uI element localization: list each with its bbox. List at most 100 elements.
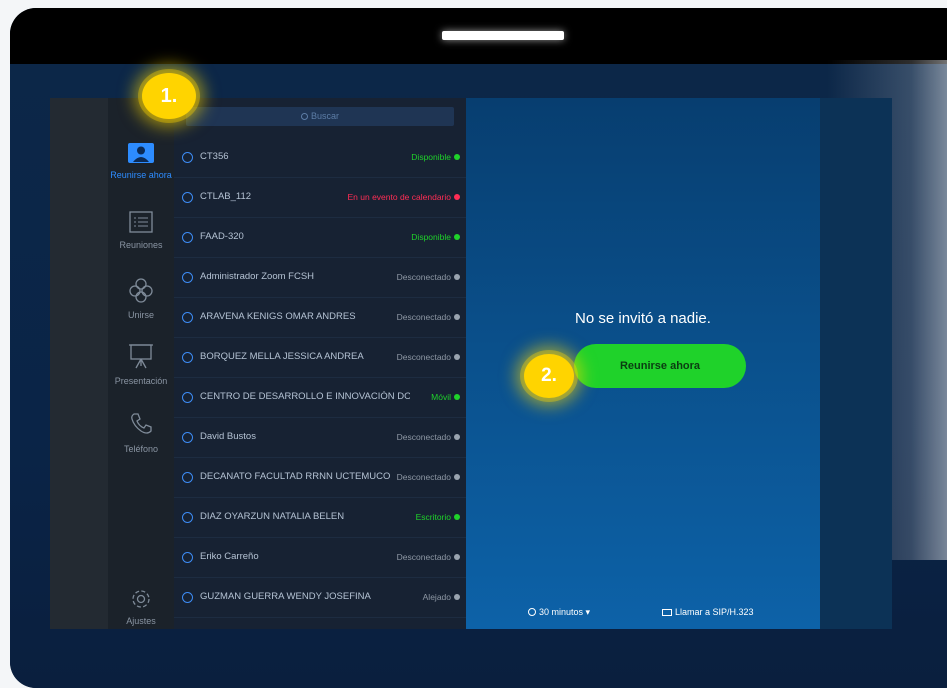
no-invitees-message: No se invitó a nadie.	[575, 310, 711, 327]
select-circle-icon[interactable]	[182, 152, 193, 163]
contact-name: Administrador Zoom FCSH	[200, 271, 315, 282]
device-top-bezel	[10, 8, 947, 64]
select-circle-icon[interactable]	[182, 552, 193, 563]
select-circle-icon[interactable]	[182, 512, 193, 523]
contact-name: BORQUEZ MELLA JESSICA ANDREA	[200, 351, 364, 362]
meeting-footer: 30 minutos ▾ Llamar a SIP/H.323	[466, 607, 820, 627]
zoom-room-app: Reunirse ahora Reuniones Unirse Presenta…	[50, 98, 892, 629]
contact-name: DECANATO FACULTAD RRNN UCTEMUCO	[200, 471, 391, 482]
status-dot	[454, 554, 460, 560]
phone-icon	[131, 413, 152, 434]
select-circle-icon[interactable]	[182, 392, 193, 403]
contact-status: Desconectado	[396, 312, 451, 322]
status-dot	[454, 314, 460, 320]
join-icon	[129, 278, 153, 303]
contact-status: Desconectado	[396, 472, 451, 482]
status-dot	[454, 194, 460, 200]
chevron-down-icon: ▾	[585, 607, 591, 617]
contact-status: En un evento de calendario	[347, 192, 452, 202]
status-dot	[454, 474, 460, 480]
select-circle-icon[interactable]	[182, 272, 193, 283]
contact-status: Escritorio	[415, 512, 451, 522]
list-item[interactable]: FAAD-320 Disponible	[174, 218, 466, 258]
list-item[interactable]: GUZMAN GUERRA WENDY JOSEFINA Alejado	[174, 578, 466, 618]
calendar-list-icon	[129, 211, 153, 233]
list-item[interactable]: CTLAB_112 En un evento de calendario	[174, 178, 466, 218]
select-circle-icon[interactable]	[182, 472, 193, 483]
contact-status: Disponible	[411, 232, 451, 242]
sidebar-item-telefono[interactable]: Teléfono	[108, 410, 174, 454]
contact-name: DIAZ OYARZUN NATALIA BELEN	[200, 511, 345, 522]
list-item[interactable]: DIAZ OYARZUN NATALIA BELEN Escritorio	[174, 498, 466, 538]
sidebar-item-ajustes[interactable]: Ajustes	[108, 586, 174, 626]
status-dot	[454, 154, 460, 160]
list-item[interactable]: CENTRO DE DESARROLLO E INNOVACIÓN DOCE..…	[174, 378, 466, 418]
search-placeholder: Buscar	[310, 111, 339, 121]
duration-label: 30 minutos	[539, 607, 584, 617]
sidebar-item-unirse[interactable]: Unirse	[108, 276, 174, 320]
sidebar: Reunirse ahora Reuniones Unirse Presenta…	[108, 98, 174, 629]
sip-label: Llamar a SIP/H.323	[675, 607, 754, 617]
select-circle-icon[interactable]	[182, 312, 193, 323]
list-item[interactable]: DECANATO FACULTAD RRNN UCTEMUCO Desconect…	[174, 458, 466, 498]
list-item[interactable]: Eriko Carreño Desconectado	[174, 538, 466, 578]
video-camera-icon	[128, 143, 154, 163]
right-edge-panel	[820, 98, 892, 629]
select-circle-icon[interactable]	[182, 432, 193, 443]
status-dot	[454, 234, 460, 240]
gear-icon	[132, 590, 150, 608]
contact-name: CTLAB_112	[200, 191, 252, 202]
status-dot	[454, 274, 460, 280]
list-item[interactable]: Iván UlloaDesconectado	[174, 618, 466, 629]
select-circle-icon[interactable]	[182, 192, 193, 203]
sidebar-item-label: Unirse	[127, 310, 154, 320]
sidebar-item-label: Presentación	[114, 376, 168, 386]
sip-device-icon	[662, 609, 672, 616]
contact-name: CT356	[200, 151, 229, 162]
call-sip-button[interactable]: Llamar a SIP/H.323	[662, 607, 754, 617]
sidebar-item-label: Ajustes	[126, 616, 156, 626]
sidebar-item-label: Reuniones	[119, 240, 163, 250]
sidebar-item-presentacion[interactable]: Presentación	[108, 342, 174, 386]
contact-name: GUZMAN GUERRA WENDY JOSEFINA	[200, 591, 371, 602]
contact-list: Buscar CT356 Disponible CTLAB_112 En un eve…	[174, 98, 466, 629]
sidebar-item-label: Teléfono	[123, 444, 159, 454]
search-input[interactable]: Buscar	[186, 107, 454, 126]
contact-status: Alejado	[422, 592, 451, 602]
contact-status: Desconectado	[396, 272, 451, 282]
contact-name: David Bustos	[200, 431, 256, 442]
meeting-panel: No se invitó a nadie. Reunirse ahora 30 …	[466, 98, 820, 629]
list-item[interactable]: BORQUEZ MELLA JESSICA ANDREA Desconectado	[174, 338, 466, 378]
presentation-icon	[129, 344, 153, 369]
sidebar-item-reuniones[interactable]: Reuniones	[108, 210, 174, 250]
callout-badge-2: 2.	[524, 354, 574, 398]
list-item[interactable]: CT356 Disponible	[174, 138, 466, 178]
callout-badge-1: 1.	[142, 73, 196, 119]
select-circle-icon[interactable]	[182, 352, 193, 363]
search-icon	[300, 113, 308, 120]
duration-dropdown[interactable]: 30 minutos ▾	[528, 607, 590, 618]
contact-status: Desconectado	[396, 552, 451, 562]
select-circle-icon[interactable]	[182, 232, 193, 243]
status-dot	[454, 354, 460, 360]
contact-name: CENTRO DE DESARROLLO E INNOVACIÓN DOCE..…	[200, 391, 410, 402]
contact-status: Desconectado	[396, 432, 451, 442]
speaker-slot	[442, 31, 564, 40]
list-item[interactable]: Administrador Zoom FCSH Desconectado	[174, 258, 466, 298]
select-circle-icon[interactable]	[182, 592, 193, 603]
status-dot	[454, 594, 460, 600]
status-dot	[454, 394, 460, 400]
contact-status: Disponible	[411, 152, 451, 162]
left-edge-panel	[50, 98, 108, 629]
list-item[interactable]: David Bustos Desconectado	[174, 418, 466, 458]
clock-icon	[528, 608, 536, 616]
sidebar-item-reunirse-ahora[interactable]: Reunirse ahora	[108, 142, 174, 180]
contact-status: Desconectado	[396, 352, 451, 362]
list-item[interactable]: ARAVENA KENIGS OMAR ANDRES Desconectado	[174, 298, 466, 338]
meet-now-button[interactable]: Reunirse ahora	[574, 344, 746, 388]
status-dot	[454, 514, 460, 520]
status-dot	[454, 434, 460, 440]
contact-name: Eriko Carreño	[200, 551, 259, 562]
contact-status: Móvil	[431, 392, 451, 402]
contact-name: ARAVENA KENIGS OMAR ANDRES	[200, 311, 356, 322]
